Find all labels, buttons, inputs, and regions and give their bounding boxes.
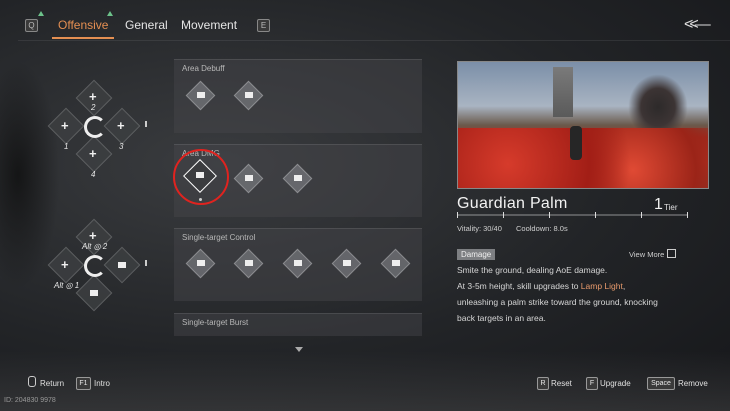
tier-tick — [549, 212, 550, 218]
active-tab-underline — [52, 37, 114, 39]
tier-number: 1 — [654, 196, 663, 213]
next-tab-key[interactable]: E — [257, 19, 270, 32]
back-icon[interactable]: <<— — [684, 16, 711, 34]
prev-tab-key[interactable]: Q — [25, 19, 38, 32]
header-divider — [18, 40, 730, 41]
preview-flowers — [458, 128, 708, 188]
slot-number: 3 — [119, 142, 124, 151]
skill-icon — [118, 262, 126, 268]
tab-general[interactable]: General — [125, 18, 168, 32]
skill-icon — [294, 260, 302, 266]
remove-key[interactable]: Space — [647, 377, 675, 390]
tier-tick — [595, 212, 596, 218]
tier-tick — [687, 212, 688, 218]
skill-icon — [245, 92, 253, 98]
plus-icon: + — [89, 228, 97, 243]
tier-tick — [457, 212, 458, 218]
tab-movement[interactable]: Movement — [181, 18, 237, 32]
description-line: unleashing a palm strike toward the grou… — [457, 297, 658, 307]
tier-tick — [641, 212, 642, 218]
tier-tick — [503, 212, 504, 218]
description-line: Smite the ground, dealing AoE damage. — [457, 265, 608, 275]
return-label[interactable]: Return — [40, 379, 64, 388]
skill-icon — [197, 260, 205, 266]
tab-new-indicator — [38, 11, 44, 16]
skill-icon — [245, 260, 253, 266]
slot-number: 1 — [64, 142, 69, 151]
intro-key[interactable]: F1 — [76, 377, 91, 390]
upgrade-key[interactable]: F — [586, 377, 598, 390]
category-single-target-burst: Single-target Burst — [174, 313, 422, 336]
skill-icon — [90, 290, 98, 296]
slot-number: 2 — [91, 103, 96, 112]
skill-icon — [343, 260, 351, 266]
reset-key[interactable]: R — [537, 377, 549, 390]
view-more-link[interactable]: View More — [629, 250, 664, 259]
ring-icon — [84, 255, 106, 277]
slot-alt-label: Alt ◎ 2 — [82, 242, 108, 251]
slot-alt-label: Alt ◎ 1 — [54, 281, 80, 290]
mouse-icon — [28, 376, 36, 387]
view-more-icon[interactable] — [667, 249, 676, 258]
upgrade-label[interactable]: Upgrade — [600, 379, 631, 388]
ring-icon — [84, 116, 106, 138]
selected-dot — [199, 198, 202, 201]
description-line: At 3-5m height, skill upgrades to Lamp L… — [457, 281, 626, 291]
plus-icon: + — [89, 89, 97, 104]
remove-label[interactable]: Remove — [678, 379, 708, 388]
scroll-marker — [145, 260, 147, 266]
description-line: back targets in an area. — [457, 313, 546, 323]
skill-icon — [197, 92, 205, 98]
skill-icon — [245, 175, 253, 181]
selection-highlight-ring — [173, 149, 229, 205]
preview-tree — [628, 74, 688, 129]
damage-badge: Damage — [457, 249, 496, 260]
vitality-stat: Vitality: 30/40 — [457, 224, 502, 233]
skill-name: Guardian Palm — [457, 195, 568, 212]
preview-character — [570, 126, 582, 160]
category-title: Area Debuff — [182, 64, 225, 73]
plus-icon: + — [61, 257, 69, 272]
intro-label[interactable]: Intro — [94, 379, 110, 388]
tab-new-indicator — [107, 11, 113, 16]
tier-label: Tier — [664, 203, 678, 212]
plus-icon: + — [89, 146, 97, 161]
reset-label[interactable]: Reset — [551, 379, 572, 388]
plus-icon: + — [61, 118, 69, 133]
plus-icon: + — [117, 118, 125, 133]
skill-preview-image — [457, 61, 709, 189]
lamp-light-highlight: Lamp Light — [580, 281, 623, 291]
category-title: Single-target Burst — [182, 318, 249, 327]
skill-icon — [294, 175, 302, 181]
character-silhouette — [0, 60, 60, 290]
tier-progress-bar — [457, 214, 687, 216]
slot-number: 4 — [91, 170, 96, 179]
tab-offensive[interactable]: Offensive — [58, 18, 108, 32]
skill-icon — [392, 260, 400, 266]
user-id: ID: 204830 9978 — [4, 397, 56, 404]
scroll-down-icon[interactable] — [295, 347, 303, 352]
cooldown-stat: Cooldown: 8.0s — [516, 224, 568, 233]
category-title: Single-target Control — [182, 233, 256, 242]
preview-ruin — [553, 67, 573, 117]
scroll-marker — [145, 121, 147, 127]
